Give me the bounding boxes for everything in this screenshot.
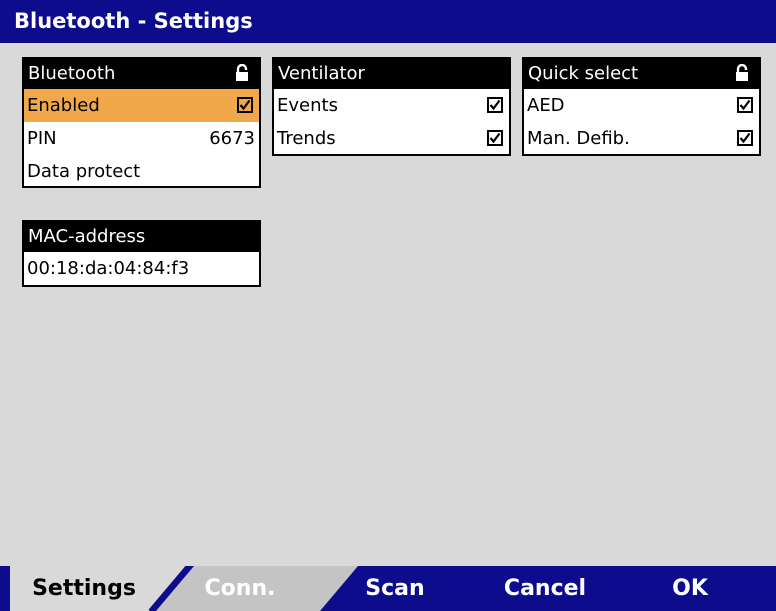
window-title: Bluetooth - Settings [0,0,776,43]
checkbox-checked-icon [739,99,751,111]
data-protect-row[interactable]: Data protect [24,155,259,188]
tab-conn[interactable]: Conn. [180,566,300,611]
man-defib-label: Man. Defib. [527,128,630,149]
lock-icon [736,64,748,81]
ventilator-panel: Ventilator Events Trends [272,57,511,156]
bluetooth-enabled-row[interactable]: Enabled [24,89,259,122]
man-defib-checkbox[interactable] [737,130,753,146]
ventilator-header-label: Ventilator [278,63,365,84]
trends-checkbox[interactable] [487,130,503,146]
trends-label: Trends [277,128,336,149]
bluetooth-panel: Bluetooth Enabled PIN 6673 Data protect [22,57,261,188]
events-checkbox[interactable] [487,97,503,113]
mac-address-panel-header: MAC-address [24,222,259,252]
man-defib-row[interactable]: Man. Defib. [524,122,759,155]
cancel-button[interactable]: Cancel [480,566,610,611]
checkbox-checked-icon [489,99,501,111]
bluetooth-header-label: Bluetooth [28,63,116,84]
ok-button[interactable]: OK [640,566,740,611]
aed-row[interactable]: AED [524,89,759,122]
checkbox-checked-icon [489,132,501,144]
data-protect-label: Data protect [27,161,141,182]
checkbox-checked-icon [239,99,251,111]
scan-button[interactable]: Scan [340,566,450,611]
mac-header-label: MAC-address [28,226,146,247]
bottom-tab-bar: Settings Conn. Scan Cancel OK [0,566,776,611]
lock-icon [236,64,248,81]
enabled-label: Enabled [27,95,100,116]
quick-select-panel: Quick select AED Man. Defib. [522,57,761,156]
pin-label: PIN [27,128,57,149]
mac-address-value: 00:18:da:04:84:f3 [27,258,190,279]
mac-address-panel: MAC-address 00:18:da:04:84:f3 [22,220,261,287]
aed-checkbox[interactable] [737,97,753,113]
trends-row[interactable]: Trends [274,122,509,155]
checkbox-checked-icon [739,132,751,144]
aed-label: AED [527,95,565,116]
tab-settings[interactable]: Settings [14,566,154,611]
quick-select-panel-header: Quick select [524,59,759,89]
events-row[interactable]: Events [274,89,509,122]
quick-select-header-label: Quick select [528,63,639,84]
mac-address-value-row: 00:18:da:04:84:f3 [24,252,259,285]
pin-row[interactable]: PIN 6673 [24,122,259,155]
enabled-checkbox[interactable] [237,97,253,113]
bluetooth-panel-header: Bluetooth [24,59,259,89]
ventilator-panel-header: Ventilator [274,59,509,89]
events-label: Events [277,95,338,116]
pin-value: 6673 [209,128,255,149]
